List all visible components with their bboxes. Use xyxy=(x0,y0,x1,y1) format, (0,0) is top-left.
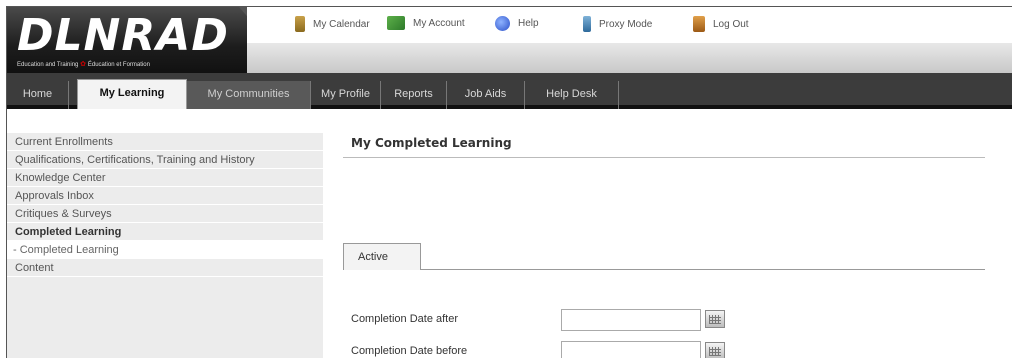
sidebar-item-approvals-inbox[interactable]: Approvals Inbox xyxy=(7,187,323,205)
my-account-link[interactable]: My Account xyxy=(387,16,465,30)
status-tabs: Active xyxy=(343,243,985,270)
left-sidebar: Current Enrollments Qualifications, Cert… xyxy=(7,133,323,358)
help-link[interactable]: Help xyxy=(495,16,539,31)
main-content: My Completed Learning Active Completion … xyxy=(323,109,1012,358)
tab-my-communities[interactable]: My Communities xyxy=(187,81,311,109)
tab-active[interactable]: Active xyxy=(343,243,421,270)
calendar-icon xyxy=(295,16,305,32)
my-calendar-link[interactable]: My Calendar xyxy=(295,16,370,32)
proxy-mode-link[interactable]: Proxy Mode xyxy=(583,16,652,32)
proxy-mode-label: Proxy Mode xyxy=(599,18,653,30)
tab-help-desk[interactable]: Help Desk xyxy=(525,81,619,109)
tab-home[interactable]: Home xyxy=(7,81,69,109)
logo-tagline: Education and Training ✿ Éducation et Fo… xyxy=(17,60,150,68)
page-title: My Completed Learning xyxy=(351,136,512,150)
app-frame: DLNRAD Education and Training ✿ Éducatio… xyxy=(6,6,1012,358)
logo-tagline-en: Education and Training xyxy=(17,62,79,68)
sidebar-item-completed-learning[interactable]: Completed Learning xyxy=(7,223,323,241)
logo-text: DLNRAD xyxy=(17,10,229,61)
sidebar-item-qualifications[interactable]: Qualifications, Certifications, Training… xyxy=(7,151,323,169)
tab-divider xyxy=(421,269,985,270)
log-out-link[interactable]: Log Out xyxy=(693,16,749,32)
title-divider xyxy=(343,157,985,158)
tab-reports[interactable]: Reports xyxy=(381,81,447,109)
header-banner xyxy=(247,43,1012,73)
tab-my-profile[interactable]: My Profile xyxy=(311,81,381,109)
sidebar-item-content[interactable]: Content xyxy=(7,259,323,277)
completion-date-after-input[interactable] xyxy=(561,309,701,331)
maple-leaf-icon: ✿ xyxy=(80,61,88,68)
utility-bar: My Calendar My Account Help Proxy Mode L… xyxy=(247,7,1012,43)
completion-date-before-label: Completion Date before xyxy=(351,345,468,357)
log-out-label: Log Out xyxy=(713,18,749,30)
sidebar-item-current-enrollments[interactable]: Current Enrollments xyxy=(7,133,323,151)
sidebar-item-critiques-surveys[interactable]: Critiques & Surveys xyxy=(7,205,323,223)
sidebar-subitem-completed-learning[interactable]: - Completed Learning xyxy=(7,241,323,259)
header: DLNRAD Education and Training ✿ Éducatio… xyxy=(7,7,1012,79)
logout-icon xyxy=(693,16,705,32)
calendar-picker-icon[interactable] xyxy=(705,342,725,358)
main-nav: Home My Learning My Communities My Profi… xyxy=(7,73,1012,109)
logo-tagline-fr: Éducation et Formation xyxy=(87,62,150,68)
tab-job-aids[interactable]: Job Aids xyxy=(447,81,525,109)
help-label: Help xyxy=(518,18,539,29)
my-calendar-label: My Calendar xyxy=(313,18,370,30)
tab-my-learning[interactable]: My Learning xyxy=(77,79,187,109)
sidebar-item-knowledge-center[interactable]: Knowledge Center xyxy=(7,169,323,187)
account-icon xyxy=(387,16,405,30)
proxy-icon xyxy=(583,16,591,32)
help-icon xyxy=(495,16,510,31)
completion-date-after-label: Completion Date after xyxy=(351,313,458,325)
logo[interactable]: DLNRAD Education and Training ✿ Éducatio… xyxy=(7,7,247,73)
my-account-label: My Account xyxy=(413,17,465,29)
calendar-picker-icon[interactable] xyxy=(705,310,725,328)
completion-date-before-input[interactable] xyxy=(561,341,701,358)
